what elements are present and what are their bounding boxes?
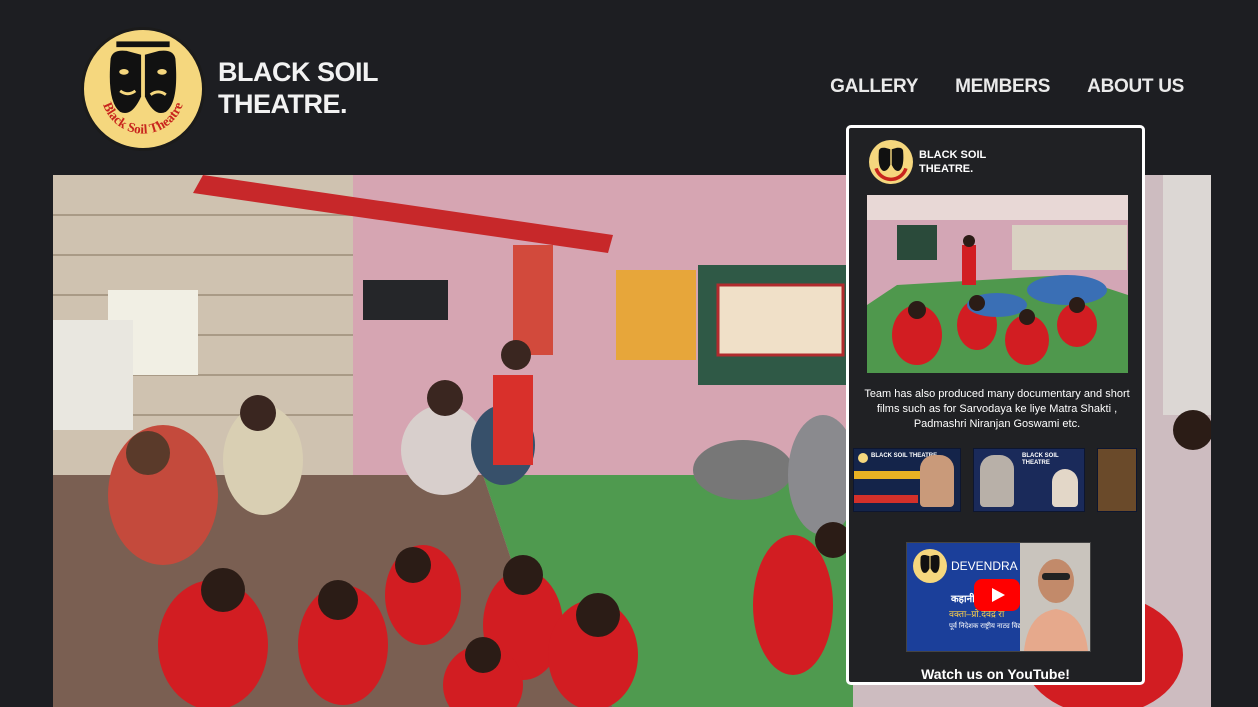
nav-gallery[interactable]: GALLERY — [830, 76, 918, 98]
video-thumbnails: BLACK SOIL THEATRE BLACK SOIL THEATRE — [853, 448, 1142, 512]
thumbnail-strip — [854, 471, 920, 479]
youtube-video-embed[interactable]: DEVENDRA RA... कहानी का रंग वक्ता–प्रो.द… — [906, 542, 1091, 652]
logo-badge-icon — [858, 453, 868, 463]
card-photo[interactable] — [867, 195, 1128, 373]
brand-line-2: THEATRE. — [218, 89, 348, 119]
theatre-masks-icon — [870, 141, 912, 183]
video-thumbnail[interactable] — [1097, 448, 1137, 512]
video-thumbnail[interactable]: BLACK SOIL THEATRE — [853, 448, 961, 512]
card-brand-line-2: THEATRE. — [919, 163, 974, 175]
card-description: Team has also produced many documentary … — [864, 388, 1130, 430]
site-logo[interactable]: Black Soil Theatre — [81, 27, 205, 151]
speaker-photo-icon — [980, 455, 1014, 507]
watch-on-youtube-label[interactable]: Watch us on YouTube! — [849, 666, 1142, 682]
theatre-masks-icon — [914, 550, 946, 582]
speaker-photo-icon — [920, 455, 954, 507]
channel-logo-icon — [913, 549, 947, 583]
play-button-icon[interactable] — [974, 579, 1020, 611]
speaker-photo-icon — [1052, 469, 1078, 507]
nav-members[interactable]: MEMBERS — [955, 76, 1050, 98]
performance-photo-icon — [867, 195, 1128, 373]
main-nav: GALLERY MEMBERS ABOUT US — [830, 76, 1184, 98]
card-brand-line-1: BLACK SOIL — [919, 149, 987, 161]
brand-name[interactable]: BLACK SOIL THEATRE. — [218, 56, 379, 120]
video-thumbnail[interactable]: BLACK SOIL THEATRE — [973, 448, 1085, 512]
card-brand-name: BLACK SOIL THEATRE. — [919, 148, 986, 176]
card-logo — [869, 140, 913, 184]
thumbnail-label: BLACK SOIL THEATRE — [1022, 453, 1059, 466]
thumbnail-strip — [854, 495, 918, 503]
speaker-photo-icon — [1020, 543, 1090, 651]
social-preview-card[interactable]: BLACK SOIL THEATRE. Team has also produc… — [846, 125, 1145, 685]
nav-about-us[interactable]: ABOUT US — [1087, 76, 1184, 98]
brand-line-1: BLACK SOIL — [218, 57, 379, 87]
theatre-masks-icon: Black Soil Theatre — [87, 33, 199, 145]
